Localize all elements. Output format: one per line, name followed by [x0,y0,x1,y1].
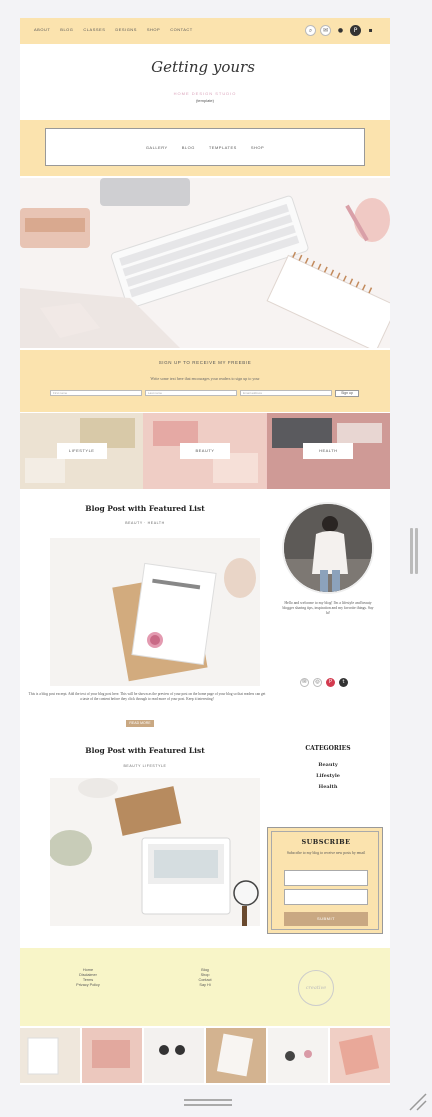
nav-item-about[interactable]: ABOUT [34,27,50,32]
subscribe-widget: SUBSCRIBE Subscribe to my blog to receiv… [267,827,383,934]
user-icon[interactable]: ● [335,25,346,36]
optin-title: SIGN UP TO RECEIVE MY FREEBIE [158,360,252,365]
optin-last-name-input[interactable]: Last name [145,390,237,396]
cart-icon[interactable]: ▪ [365,25,376,36]
instagram-icon[interactable]: ◎ [313,678,322,687]
category-link-health[interactable]: Health [288,782,368,793]
logo-script: Getting yours [151,58,255,76]
email-icon[interactable]: ✉ [320,25,331,36]
vertical-scroll-handle[interactable] [408,528,420,574]
instagram-photo-5[interactable] [268,1028,328,1083]
footer-col-1: Home Disclaimer Terms Privacy Policy [60,968,116,988]
menu-item-templates[interactable]: TEMPLATES [209,145,237,150]
nav-item-contact[interactable]: CONTACT [170,27,193,32]
subscribe-submit-button[interactable]: SUBMIT [284,912,368,926]
post-title-2[interactable]: Blog Post with Featured List [50,746,240,755]
instagram-photo-3[interactable] [144,1028,204,1083]
optin-email-input[interactable]: Email address [240,390,332,396]
footer-logo[interactable]: creative [298,970,334,1006]
nav-item-blog[interactable]: BLOG [60,27,73,32]
nav-item-designs[interactable]: DESIGNS [115,27,137,32]
optin-section: SIGN UP TO RECEIVE MY FREEBIE Write some… [20,350,390,412]
subscribe-name-input[interactable] [284,870,368,886]
optin-form: First name Last name Email address Sign … [50,390,359,397]
category-tile-beauty[interactable]: BEAUTY [143,413,267,489]
category-tile-health[interactable]: HEALTH [266,413,390,489]
category-tiles: LIFESTYLE BEAUTY HEALTH [20,413,390,489]
subscribe-title: SUBSCRIBE [301,838,351,846]
instagram-photo-4[interactable] [206,1028,266,1083]
top-bar: ABOUT BLOG CLASSES DESIGNS SHOP CONTACT … [20,18,390,44]
post-meta-1: BEAUTY · HEALTH [125,521,165,525]
author-bio: Hello and welcome to my blog! I'm a life… [282,601,374,616]
category-link-lifestyle[interactable]: Lifestyle [288,771,368,782]
footer: Home Disclaimer Terms Privacy Policy Blo… [20,948,390,1026]
category-label-lifestyle: LIFESTYLE [56,443,107,459]
instagram-photo-6[interactable] [330,1028,390,1083]
nav-item-shop[interactable]: SHOP [147,27,160,32]
instagram-photo-2[interactable] [82,1028,142,1083]
email-icon[interactable]: ✉ [300,678,309,687]
category-label-health: HEALTH [303,443,354,459]
logo-tagline: HOME DESIGN STUDIO [173,91,237,96]
footer-col-2: Blog Shop Contact Say Hi [185,968,225,988]
footer-link-sayhi[interactable]: Say Hi [185,983,225,988]
post-image-2[interactable] [50,778,260,926]
subscribe-email-input[interactable] [284,889,368,905]
menu-item-blog[interactable]: BLOG [182,145,195,150]
instagram-feed [20,1028,390,1083]
categories-list: Beauty Lifestyle Health [288,760,368,793]
category-tile-lifestyle[interactable]: LIFESTYLE [20,413,144,489]
search-icon[interactable]: ⌕ [305,25,316,36]
sidebar-social-icons: ✉ ◎ P t [300,678,348,687]
optin-signup-button[interactable]: Sign up [335,390,359,397]
post-meta-2: BEAUTY LIFESTYLE [123,764,167,768]
category-label-beauty: BEAUTY [179,443,230,459]
menu-item-shop[interactable]: SHOP [251,145,264,150]
category-link-beauty[interactable]: Beauty [288,760,368,771]
menu-band: GALLERY BLOG TEMPLATES SHOP [20,120,390,176]
horizontal-resize-handle[interactable] [184,1097,232,1107]
post-excerpt-1: This is a blog post excerpt. Add the tex… [28,692,266,701]
hero-image [20,178,390,348]
optin-subtitle: Write some text here that encourages you… [150,376,260,381]
categories-heading: CATEGORIES [305,745,351,752]
optin-first-name-input[interactable]: First name [50,390,142,396]
logo-sub: (template) [195,98,214,103]
site-logo[interactable]: Getting yours HOME DESIGN STUDIO (templa… [20,44,390,118]
menu-item-gallery[interactable]: GALLERY [146,145,168,150]
post-image-1[interactable] [50,538,260,686]
main-menu: GALLERY BLOG TEMPLATES SHOP [45,128,365,166]
social-icons: ⌕ ✉ ● P ▪ [305,25,376,36]
read-more-button-1[interactable]: READ MORE [126,720,154,727]
footer-link-privacy[interactable]: Privacy Policy [60,983,116,988]
post-title-1[interactable]: Blog Post with Featured List [50,504,240,513]
resize-corner-icon[interactable] [406,1090,428,1112]
twitter-icon[interactable]: t [339,678,348,687]
nav-item-classes[interactable]: CLASSES [83,27,105,32]
instagram-photo-1[interactable] [20,1028,80,1083]
top-nav: ABOUT BLOG CLASSES DESIGNS SHOP CONTACT [34,27,193,32]
blog-page: ABOUT BLOG CLASSES DESIGNS SHOP CONTACT … [20,18,390,1085]
subscribe-frame: SUBSCRIBE Subscribe to my blog to receiv… [271,831,379,930]
pinterest-icon[interactable]: P [350,25,361,36]
author-avatar [282,502,374,594]
subscribe-text: Subscribe to my blog to receive new post… [286,851,366,855]
pinterest-icon[interactable]: P [326,678,335,687]
